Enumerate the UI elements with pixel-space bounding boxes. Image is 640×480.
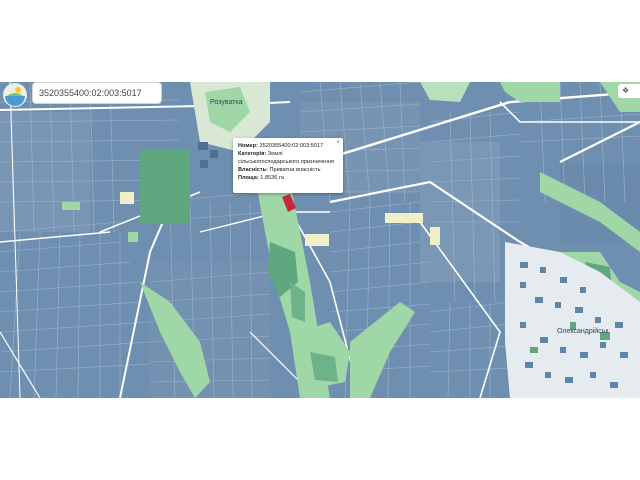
parcel-area (420, 142, 500, 282)
number-value: 3520355400:02:003:5017 (259, 143, 324, 149)
popup-area-row: Площа: 1.8536 га (238, 174, 338, 182)
popup-category-row-2: сільськогосподарського призначення (238, 158, 338, 166)
page-footer (0, 398, 640, 480)
forest-patch (140, 150, 190, 224)
popup-ownership-row: Власність: Приватна власність (238, 166, 338, 174)
close-icon[interactable]: × (336, 139, 340, 147)
popup-category-row: Категорія: Землі (238, 150, 338, 158)
green-patch (62, 202, 80, 210)
page-header (0, 0, 640, 82)
town-label: Олександрійськ (557, 328, 609, 335)
app-logo-icon[interactable] (2, 82, 28, 108)
area-value: 1.8536 га (260, 175, 284, 181)
popup-number-row: Номер: 3520355400:02:003:5017 (238, 142, 338, 150)
layers-icon: ❖ (622, 86, 630, 95)
cadastral-map[interactable]: Розуватка Олександрійськ (0, 82, 640, 398)
category-value: Землі (267, 151, 283, 157)
green-patch (128, 232, 138, 242)
number-label: Номер: (238, 143, 258, 149)
search-input[interactable]: 3520355400:02:003:5017 (32, 82, 162, 104)
layers-button[interactable]: ❖ (618, 84, 640, 98)
parcel-info-popup: × Номер: 3520355400:02:003:5017 Категорі… (233, 138, 343, 193)
category-value-continued: сільськогосподарського призначення (238, 159, 334, 165)
area-label: Площа: (238, 175, 259, 181)
category-label: Категорія: (238, 151, 267, 157)
village-label: Розуватка (210, 99, 243, 106)
map-canvas[interactable] (0, 82, 640, 398)
ownership-label: Власність: (238, 167, 268, 173)
ownership-value: Приватна власність (269, 167, 321, 173)
